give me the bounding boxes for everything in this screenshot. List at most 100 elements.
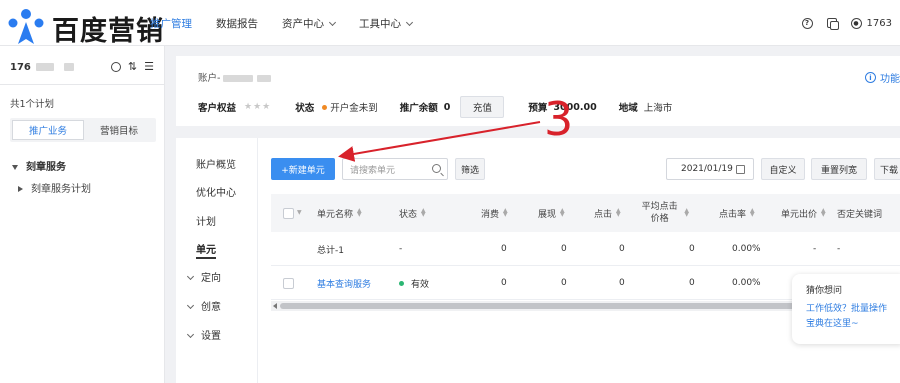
cell: -: [837, 244, 841, 254]
account-id-text: 176: [10, 62, 31, 73]
tab-promotion-business[interactable]: 推广业务: [12, 120, 84, 140]
recharge-button[interactable]: 充值: [460, 96, 505, 118]
reset-column-width-button[interactable]: 重置列宽: [811, 158, 867, 180]
subnav-targeting-label: 定向: [201, 273, 221, 284]
sort-icon[interactable]: ⇅: [128, 60, 137, 73]
filter-button[interactable]: 筛选: [455, 158, 485, 180]
function-link[interactable]: i 功能: [865, 70, 900, 85]
rating-stars: ★★★: [244, 102, 272, 112]
col-label: 点击: [594, 209, 613, 220]
popup-title: 猜你想问: [806, 286, 843, 296]
account-name-prefix: 账户-: [198, 73, 221, 84]
baidu-marketing-logo[interactable]: 百度营销: [4, 4, 164, 52]
col-clicks[interactable]: 点击 ▲ ▼: [594, 194, 621, 232]
list-menu-icon[interactable]: ☰: [144, 60, 154, 73]
nav-data-report[interactable]: 数据报告: [216, 16, 258, 31]
sort-icon: ▲ ▼: [821, 207, 826, 218]
main-panel: 账户概览 优化中心 计划 单元 定向 创意 设置 +新建单元 请搜索单元 筛选 …: [176, 138, 900, 383]
top-bar: 百度营销 推广管理 数据报告 资产中心 工具中心 ? ● 1763: [0, 0, 900, 47]
col-cost[interactable]: 消费 ▲ ▼: [481, 194, 508, 232]
help-circle-icon[interactable]: ?: [801, 17, 813, 29]
annotation-number: 3: [544, 92, 574, 146]
unit-search-input[interactable]: 请搜索单元: [342, 158, 448, 180]
cell: 0.00%: [732, 278, 761, 288]
user-menu[interactable]: ● 1763: [850, 17, 892, 29]
nav-asset-center[interactable]: 资产中心: [282, 16, 337, 31]
col-impressions[interactable]: 展现 ▲ ▼: [538, 194, 565, 232]
nav-tool-center[interactable]: 工具中心: [359, 16, 414, 31]
col-status[interactable]: 状态 ▲ ▼: [399, 194, 426, 232]
col-label: 单元出价: [781, 209, 818, 220]
nav-asset-center-label: 资产中心: [282, 17, 324, 30]
custom-button[interactable]: 自定义: [761, 158, 805, 180]
col-unit-bid[interactable]: 单元出价 ▲ ▼: [781, 194, 826, 232]
tree-group-label: 刻章服务: [26, 162, 66, 173]
scrollbar-thumb[interactable]: [280, 303, 800, 309]
cell: 0.00%: [732, 244, 761, 254]
checkbox: [283, 207, 294, 219]
subnav-creative[interactable]: 创意: [186, 298, 221, 313]
subnav-account-overview[interactable]: 账户概览: [196, 156, 236, 171]
col-label: 单元名称: [317, 209, 354, 220]
sidebar: 176 ⇅ ☰ 共1个计划 推广业务 营销目标 刻章服务 刻章服务计划: [0, 46, 165, 383]
search-placeholder: 请搜索单元: [350, 165, 396, 176]
chevron-down-icon: [186, 301, 195, 310]
faq-popup: 猜你想问 工作低效？批量操作宝典在这里~: [792, 274, 900, 344]
search-icon[interactable]: [432, 164, 441, 173]
nav-promotion-mgmt[interactable]: 推广管理: [150, 16, 192, 31]
copy-icon[interactable]: [826, 18, 839, 30]
balance-label: 推广余额: [399, 103, 438, 114]
unit-name-link[interactable]: 基本查询服务: [317, 266, 371, 300]
subnav-plan[interactable]: 计划: [196, 213, 216, 228]
col-negative-keywords[interactable]: 否定关键词: [837, 194, 882, 232]
checkbox: [283, 277, 294, 289]
date-picker[interactable]: 2021/01/19: [666, 158, 754, 180]
chevron-down-icon: [328, 18, 337, 26]
account-metrics-row: 客户权益 ★★★ 状态 开户金未到 推广余额 0 充值 预算 3000.00 地…: [198, 96, 672, 118]
subnav-targeting[interactable]: 定向: [186, 269, 221, 284]
col-label: 点击率: [719, 209, 747, 220]
chevron-down-icon: [405, 18, 414, 26]
sort-icon: ▲ ▼: [357, 207, 362, 218]
new-unit-button[interactable]: +新建单元: [271, 158, 335, 180]
status-value: 开户金未到: [330, 103, 378, 114]
tree-plan-item[interactable]: 刻章服务计划: [18, 180, 91, 195]
subnav-settings[interactable]: 设置: [186, 327, 221, 342]
top-right-tools: ? ● 1763: [801, 0, 892, 46]
subnav-unit[interactable]: 单元: [196, 241, 216, 259]
sort-icon: ▲ ▼: [560, 207, 565, 218]
nav-tool-center-label: 工具中心: [359, 17, 401, 30]
cell: 0: [561, 278, 567, 288]
cell: 总计-1: [317, 245, 344, 256]
col-unit-name[interactable]: 单元名称 ▲ ▼: [317, 194, 362, 232]
divider: [0, 84, 165, 85]
cell: 0: [619, 244, 625, 254]
status-dot-icon: [399, 280, 404, 286]
search-icon[interactable]: [110, 62, 121, 72]
region-value: 上海市: [643, 103, 673, 114]
tab-marketing-goal[interactable]: 营销目标: [84, 120, 154, 140]
scroll-left-icon[interactable]: [273, 303, 277, 309]
select-all-checkbox[interactable]: ▼: [283, 194, 302, 232]
sidebar-tools: ⇅ ☰: [110, 60, 154, 73]
account-name: 账户-: [198, 70, 271, 84]
cell: -: [399, 244, 403, 254]
download-button[interactable]: 下载: [874, 158, 900, 180]
table-total-row: 总计-1 - 0 0 0 0 0.00% - -: [271, 232, 900, 266]
tree-group-item[interactable]: 刻章服务: [12, 158, 66, 173]
subnav-optimization-center[interactable]: 优化中心: [196, 184, 236, 199]
sidebar-segmented-tabs: 推广业务 营销目标: [10, 118, 156, 142]
popup-link[interactable]: 工作低效？批量操作宝典在这里~: [806, 302, 892, 332]
cell: 0: [561, 244, 567, 254]
status-text: 有效: [411, 279, 430, 290]
balance-value: 0: [443, 101, 451, 113]
row-checkbox[interactable]: [283, 266, 294, 300]
cell: 0: [501, 244, 507, 254]
col-label: 消费: [481, 209, 500, 220]
col-ctr[interactable]: 点击率 ▲ ▼: [719, 194, 755, 232]
unit-toolbar: +新建单元 请搜索单元 筛选 2021/01/19 自定义 重置列宽 下载: [271, 158, 900, 180]
caret-right-icon: [18, 186, 23, 192]
region-label: 地域: [618, 103, 638, 114]
col-avg-cpc[interactable]: 平均点击价格 ▲ ▼: [639, 194, 689, 232]
caret-down-icon: [12, 165, 18, 170]
